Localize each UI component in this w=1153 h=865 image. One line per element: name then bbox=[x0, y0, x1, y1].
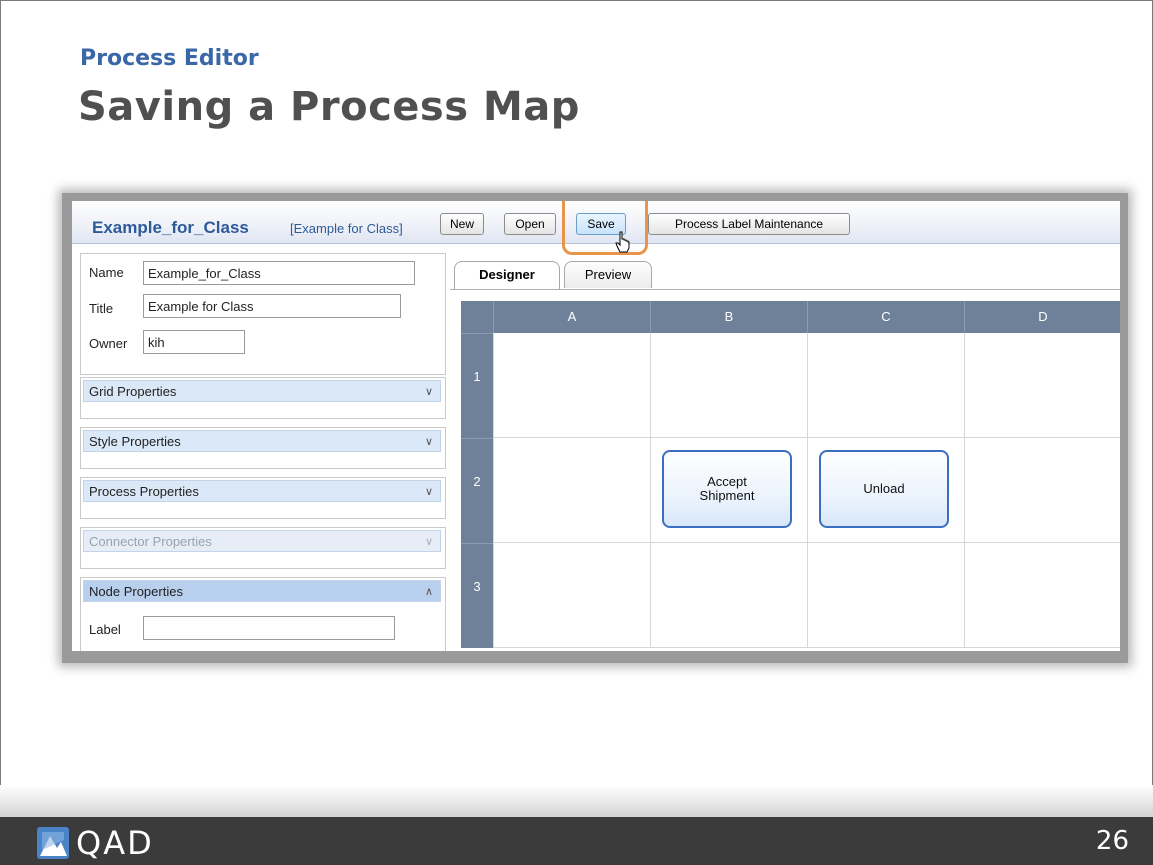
tab-designer[interactable]: Designer bbox=[454, 261, 560, 289]
grid-column-header-a[interactable]: A bbox=[493, 301, 650, 333]
name-field[interactable]: Example_for_Class bbox=[143, 261, 415, 285]
grid-properties-section: Grid Properties ∨ bbox=[80, 377, 446, 419]
properties-panel: Name Example_for_Class Title Example for… bbox=[80, 253, 446, 651]
hand-cursor-icon bbox=[615, 231, 630, 253]
chevron-up-icon: ∧ bbox=[424, 586, 433, 598]
connector-properties-header: Connector Properties ∨ bbox=[83, 530, 441, 552]
tab-preview[interactable]: Preview bbox=[564, 261, 652, 288]
node-properties-label: Node Properties bbox=[89, 584, 183, 599]
connector-properties-section: Connector Properties ∨ bbox=[80, 527, 446, 569]
grid-column-header-c[interactable]: C bbox=[807, 301, 964, 333]
process-grid: A B C D 1 2 3 Accept Shipment Unload bbox=[461, 301, 1120, 651]
slide-footer: QAD 26 bbox=[0, 817, 1153, 865]
grid-cell-b1[interactable] bbox=[650, 333, 807, 438]
new-button[interactable]: New bbox=[440, 213, 484, 235]
grid-corner bbox=[461, 301, 493, 333]
node-properties-header[interactable]: Node Properties ∧ bbox=[83, 580, 441, 602]
process-node-accept-shipment[interactable]: Accept Shipment bbox=[662, 450, 792, 528]
owner-label: Owner bbox=[89, 336, 128, 351]
chevron-down-icon: ∨ bbox=[424, 386, 433, 398]
style-properties-label: Style Properties bbox=[89, 434, 181, 449]
process-properties-header[interactable]: Process Properties ∨ bbox=[83, 480, 441, 502]
save-highlight-callout bbox=[562, 201, 648, 255]
style-properties-section: Style Properties ∨ bbox=[80, 427, 446, 469]
grid-column-header-d[interactable]: D bbox=[964, 301, 1120, 333]
slide-title: Saving a Process Map bbox=[78, 84, 580, 130]
process-map-name: Example_for_Class bbox=[92, 218, 249, 237]
process-properties-section: Process Properties ∨ bbox=[80, 477, 446, 519]
grid-cell-d3[interactable] bbox=[964, 543, 1120, 648]
process-label-maintenance-button[interactable]: Process Label Maintenance bbox=[648, 213, 850, 235]
process-properties-label: Process Properties bbox=[89, 484, 199, 499]
grid-row-header-1[interactable]: 1 bbox=[461, 333, 493, 438]
editor-tabs: Designer Preview bbox=[450, 253, 1120, 290]
grid-cell-b3[interactable] bbox=[650, 543, 807, 648]
slide-eyebrow: Process Editor bbox=[80, 46, 259, 71]
chevron-down-icon: ∨ bbox=[424, 486, 433, 498]
style-properties-header[interactable]: Style Properties ∨ bbox=[83, 430, 441, 452]
process-editor-window: Example_for_Class [Example for Class] Ne… bbox=[72, 201, 1120, 651]
grid-cell-a2[interactable] bbox=[493, 438, 650, 543]
grid-row-header-3[interactable]: 3 bbox=[461, 543, 493, 648]
chevron-down-icon: ∨ bbox=[424, 536, 433, 548]
grid-cell-d2[interactable] bbox=[964, 438, 1120, 543]
owner-field[interactable]: kih bbox=[143, 330, 245, 354]
node-properties-section: Node Properties ∧ Label bbox=[80, 577, 446, 651]
grid-row-header-2[interactable]: 2 bbox=[461, 438, 493, 543]
qad-logo-icon bbox=[37, 827, 69, 859]
map-info-box: Name Example_for_Class Title Example for… bbox=[80, 253, 446, 375]
grid-cell-a3[interactable] bbox=[493, 543, 650, 648]
grid-cell-a1[interactable] bbox=[493, 333, 650, 438]
connector-properties-label: Connector Properties bbox=[89, 534, 212, 549]
grid-properties-header[interactable]: Grid Properties ∨ bbox=[83, 380, 441, 402]
grid-cell-d1[interactable] bbox=[964, 333, 1120, 438]
qad-logo-text: QAD bbox=[76, 824, 154, 862]
grid-cell-c1[interactable] bbox=[807, 333, 964, 438]
page-number: 26 bbox=[1095, 826, 1129, 856]
process-node-unload[interactable]: Unload bbox=[819, 450, 949, 528]
grid-column-header-b[interactable]: B bbox=[650, 301, 807, 333]
chevron-down-icon: ∨ bbox=[424, 436, 433, 448]
title-label: Title bbox=[89, 301, 114, 316]
process-map-title: [Example for Class] bbox=[290, 221, 403, 236]
grid-properties-label: Grid Properties bbox=[89, 384, 177, 399]
grid-cell-c3[interactable] bbox=[807, 543, 964, 648]
footer-fade bbox=[0, 785, 1153, 817]
open-button[interactable]: Open bbox=[504, 213, 556, 235]
node-label-label: Label bbox=[89, 622, 121, 637]
title-field[interactable]: Example for Class bbox=[143, 294, 401, 318]
node-label-field[interactable] bbox=[143, 616, 395, 640]
name-label: Name bbox=[89, 265, 124, 280]
